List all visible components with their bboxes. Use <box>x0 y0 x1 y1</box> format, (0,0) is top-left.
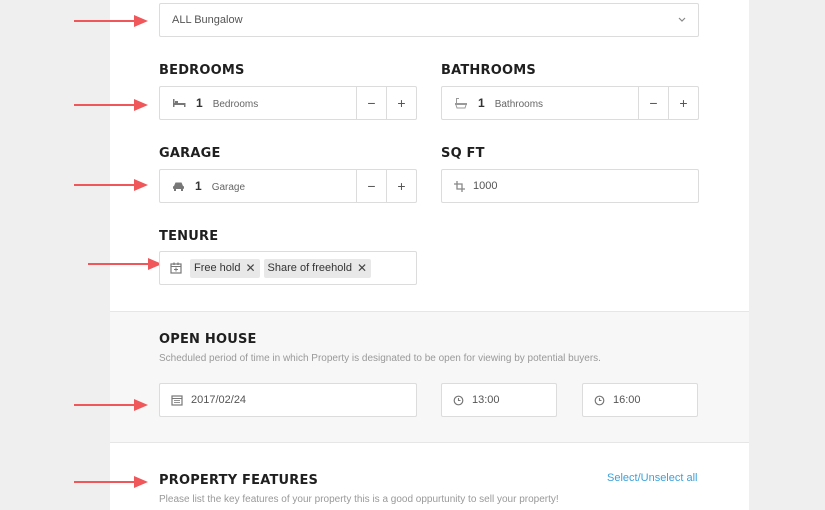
tenure-chip-label: Share of freehold <box>267 262 352 274</box>
open-house-start-time-input[interactable]: 13:00 <box>441 383 557 417</box>
annotation-arrow-icon <box>74 15 148 27</box>
property-type-select[interactable]: ALL Bungalow <box>159 3 699 37</box>
sqft-input[interactable]: 1000 <box>441 169 699 203</box>
open-house-description: Scheduled period of time in which Proper… <box>159 353 601 364</box>
bathrooms-increment-button[interactable]: + <box>668 87 698 119</box>
garage-stepper[interactable]: 1 Garage − + <box>159 169 417 203</box>
garage-label: GARAGE <box>159 146 221 161</box>
open-house-date-value: 2017/02/24 <box>191 394 247 406</box>
property-features-description: Please list the key features of your pro… <box>159 494 559 505</box>
open-house-date-input[interactable]: 2017/02/24 <box>159 383 417 417</box>
open-house-title: OPEN HOUSE <box>159 332 257 347</box>
annotation-arrow-icon <box>74 476 148 488</box>
bedrooms-label: BEDROOMS <box>159 63 245 78</box>
bedrooms-increment-button[interactable]: + <box>386 87 416 119</box>
garage-decrement-button[interactable]: − <box>356 170 386 202</box>
garage-field[interactable]: 1 Garage <box>160 170 356 202</box>
sqft-value: 1000 <box>473 180 498 192</box>
bathrooms-decrement-button[interactable]: − <box>638 87 668 119</box>
bathrooms-stepper[interactable]: 1 Bathrooms − + <box>441 86 699 120</box>
bedrooms-count: 1 <box>196 96 203 110</box>
annotation-arrow-icon <box>74 399 148 411</box>
crop-icon <box>454 180 465 192</box>
annotation-arrow-icon <box>74 99 148 111</box>
open-house-start-time-value: 13:00 <box>472 394 500 406</box>
clock-icon <box>594 395 605 405</box>
open-house-section <box>110 311 749 443</box>
bathrooms-unit: Bathrooms <box>494 98 544 110</box>
bedrooms-unit: Bedrooms <box>212 98 259 110</box>
bedrooms-field[interactable]: 1 Bedrooms <box>160 87 356 119</box>
select-all-link[interactable]: Select/Unselect all <box>607 472 698 484</box>
annotation-arrow-icon <box>74 179 148 191</box>
annotation-arrow-icon <box>88 258 162 270</box>
calendar-icon <box>171 395 183 406</box>
bed-icon <box>173 99 186 107</box>
tenure-chip-label: Free hold <box>194 262 241 274</box>
remove-chip-icon[interactable]: ✕ <box>357 261 367 275</box>
tenure-chip: Share of freehold ✕ <box>263 258 371 278</box>
chevron-down-icon <box>678 17 686 22</box>
bedrooms-decrement-button[interactable]: − <box>356 87 386 119</box>
tenure-chip: Free hold ✕ <box>190 258 260 278</box>
tenure-label: TENURE <box>159 229 219 244</box>
garage-increment-button[interactable]: + <box>386 170 416 202</box>
bathrooms-count: 1 <box>478 96 485 110</box>
bathrooms-label: BATHROOMS <box>441 63 536 78</box>
clock-icon <box>453 395 464 405</box>
property-type-value: ALL Bungalow <box>172 14 243 26</box>
bedrooms-stepper[interactable]: 1 Bedrooms − + <box>159 86 417 120</box>
tenure-tag-input[interactable]: Free hold ✕ Share of freehold ✕ <box>159 251 417 285</box>
calendar-icon <box>170 262 182 274</box>
property-features-title: PROPERTY FEATURES <box>159 473 319 488</box>
bathtub-icon <box>455 98 467 109</box>
sqft-label: SQ FT <box>441 146 485 161</box>
car-icon <box>173 182 184 191</box>
garage-unit: Garage <box>211 181 246 193</box>
open-house-end-time-value: 16:00 <box>613 394 641 406</box>
garage-count: 1 <box>195 179 202 193</box>
remove-chip-icon[interactable]: ✕ <box>245 261 255 275</box>
bathrooms-field[interactable]: 1 Bathrooms <box>442 87 638 119</box>
open-house-end-time-input[interactable]: 16:00 <box>582 383 698 417</box>
